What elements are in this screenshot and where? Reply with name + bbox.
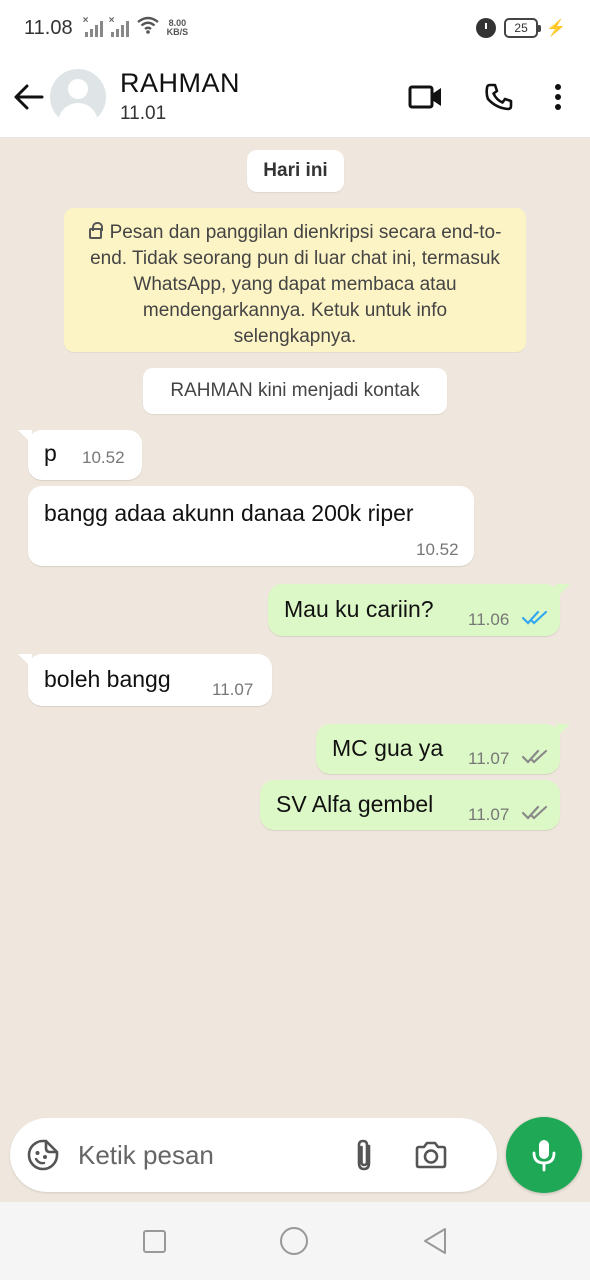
microphone-button[interactable]	[506, 1117, 582, 1193]
message-text: SV Alfa gembel	[276, 791, 434, 817]
microphone-icon	[532, 1140, 556, 1172]
message-bubble-outgoing[interactable]: MC gua ya 11.07	[316, 724, 570, 774]
video-call-icon[interactable]	[408, 84, 444, 110]
contact-added-notice: RAHMAN kini menjadi kontak	[143, 368, 447, 414]
encryption-notice[interactable]: Pesan dan panggilan dienkripsi secara en…	[64, 208, 526, 352]
read-ticks-icon	[522, 610, 548, 625]
message-time: 11.07	[468, 805, 510, 824]
last-seen: 11.01	[120, 103, 167, 124]
message-time: 11.07	[468, 749, 510, 768]
status-time: 11.08	[24, 16, 73, 39]
recent-apps-icon[interactable]	[142, 1229, 166, 1253]
lock-icon	[88, 222, 103, 239]
phone-icon[interactable]	[484, 82, 514, 112]
message-time: 11.06	[468, 610, 510, 629]
message-time: 10.52	[82, 448, 125, 467]
message-composer	[10, 1118, 497, 1192]
chat-area[interactable]: Hari ini Pesan dan panggilan dienkripsi …	[0, 138, 590, 1118]
message-bubble-incoming[interactable]: bangg adaa akunn danaa 200k riper 10.52	[28, 486, 474, 566]
message-text: p	[44, 440, 57, 466]
message-bubble-incoming[interactable]: p 10.52	[18, 430, 142, 480]
message-bubble-incoming[interactable]: boleh bangg 11.07	[18, 654, 272, 706]
charging-icon: ⚡	[546, 20, 566, 37]
message-text: boleh bangg	[44, 666, 171, 692]
back-arrow-icon[interactable]	[12, 80, 46, 114]
home-icon[interactable]	[279, 1227, 308, 1255]
status-bar: 11.08 × × 8.00 KB/S 25 ⚡	[0, 0, 590, 56]
message-bubble-outgoing[interactable]: SV Alfa gembel 11.07	[260, 780, 560, 830]
paperclip-icon[interactable]	[352, 1137, 376, 1173]
contact-name: RAHMAN	[120, 68, 241, 98]
more-vertical-icon[interactable]	[554, 83, 562, 111]
camera-icon[interactable]	[414, 1140, 448, 1170]
network-speed-unit: KB/S	[166, 27, 189, 37]
message-bubble-outgoing[interactable]: Mau ku cariin? 11.06	[268, 584, 570, 636]
message-input[interactable]	[78, 1139, 348, 1171]
alarm-icon	[476, 18, 497, 38]
message-text: Mau ku cariin?	[284, 596, 434, 622]
message-text: MC gua ya	[332, 735, 444, 761]
system-nav-bar	[0, 1202, 590, 1280]
network-speed: 8.00 KB/S	[167, 19, 189, 37]
wifi-icon	[136, 16, 159, 40]
delivered-ticks-icon	[522, 805, 548, 820]
message-text: bangg adaa akunn danaa 200k riper	[44, 500, 414, 526]
signal-1-icon: ×	[83, 15, 103, 37]
date-divider: Hari ini	[247, 150, 344, 192]
emoji-icon[interactable]	[26, 1138, 60, 1172]
contact-info[interactable]: RAHMAN 11.01	[120, 68, 240, 125]
encryption-notice-text: Pesan dan panggilan dienkripsi secara en…	[90, 222, 502, 347]
message-time: 10.52	[416, 540, 459, 559]
signal-2-icon: ×	[109, 15, 129, 37]
delivered-ticks-icon	[522, 749, 548, 764]
message-time: 11.07	[212, 680, 254, 699]
chat-header: RAHMAN 11.01	[0, 56, 590, 138]
nav-back-icon[interactable]	[422, 1227, 448, 1255]
avatar[interactable]	[50, 68, 106, 125]
battery-indicator: 25	[504, 18, 542, 38]
